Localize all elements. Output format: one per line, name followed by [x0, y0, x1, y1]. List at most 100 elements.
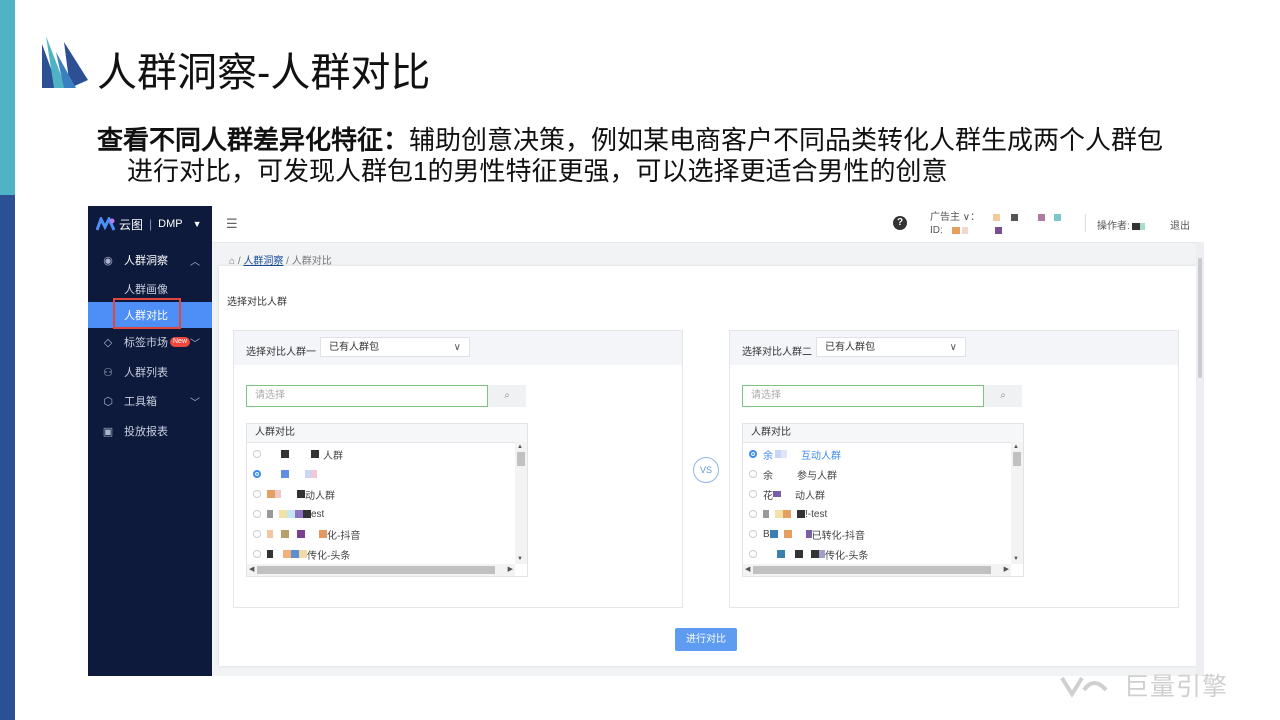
list-item[interactable]: 动人群: [253, 484, 505, 504]
page-scrollbar[interactable]: [1196, 242, 1204, 676]
hscrollbar-thumb[interactable]: [257, 566, 495, 574]
sidebar-header[interactable]: 云图 | DMP ▼: [88, 206, 212, 242]
list-scrollbar[interactable]: ▲ ▼: [515, 442, 527, 564]
compare-group-one: 选择对比人群一 已有人群包 ∨ 请选择 ⌕ 人群对比 人群 动人群 est 化-…: [233, 330, 683, 608]
scroll-down-icon[interactable]: ▼: [517, 556, 523, 562]
footer-brand: 巨量引擎: [1124, 673, 1229, 701]
sidebar-item-report[interactable]: ▣ 投放报表: [88, 417, 212, 445]
sidebar: 云图 | DMP ▼ ◉ 人群洞察 ︿ 人群画像 人群对比 ◇ 标签市场 New…: [88, 206, 212, 676]
vs-badge: VS: [693, 457, 719, 483]
scroll-up-icon[interactable]: ▲: [1013, 444, 1019, 450]
bullet-bold: 查看不同人群差异化特征：: [97, 125, 410, 155]
list-item[interactable]: 化-抖音: [253, 524, 505, 544]
list-item[interactable]: 传化-头条: [253, 544, 505, 564]
people-icon: ⚇: [103, 366, 113, 379]
list-header: 人群对比: [743, 424, 1023, 443]
search-icon[interactable]: ⌕: [488, 385, 526, 407]
group-label: 选择对比人群一: [246, 347, 316, 358]
group-label: 选择对比人群二: [742, 347, 812, 358]
radio-button[interactable]: [253, 550, 261, 558]
advertiser-info[interactable]: 广告主 ∨： ID:: [930, 211, 1062, 237]
chevron-down-icon: ﹀: [190, 338, 200, 350]
radio-button[interactable]: [749, 470, 757, 478]
new-badge: New: [170, 337, 191, 347]
radio-button[interactable]: [253, 510, 261, 518]
bullet-line2: 进行对比，可发现人群包1的男性特征更强，可以选择更适合男性的创意: [127, 156, 948, 186]
list-item[interactable]: 传化-头条: [749, 544, 1001, 564]
radio-button[interactable]: [749, 550, 757, 558]
audience-list: 人群对比 人群 动人群 est 化-抖音 传化-头条 ▲ ▼ ◀ ▶: [246, 423, 528, 577]
app-screenshot: 云图 | DMP ▼ ◉ 人群洞察 ︿ 人群画像 人群对比 ◇ 标签市场 New…: [88, 206, 1204, 676]
brand-separator: |: [149, 217, 153, 231]
scroll-right-icon[interactable]: ▶: [1004, 565, 1009, 573]
chevron-down-icon: ∨: [453, 342, 461, 353]
operator-info: 操作者:: [1097, 217, 1145, 232]
compare-panel: 选择对比人群 选择对比人群一 已有人群包 ∨ 请选择 ⌕ 人群对比 人群 动人群…: [219, 266, 1196, 666]
exit-link[interactable]: 退出: [1170, 217, 1190, 232]
list-hscrollbar[interactable]: ◀ ▶: [743, 564, 1011, 576]
hscrollbar-thumb[interactable]: [753, 566, 991, 574]
scrollbar-thumb[interactable]: [517, 452, 525, 466]
list-header: 人群对比: [247, 424, 527, 443]
scroll-right-icon[interactable]: ▶: [508, 565, 513, 573]
list-item[interactable]: B 已转化-抖音: [749, 524, 1001, 544]
search-input[interactable]: 请选择: [742, 385, 984, 407]
radio-button[interactable]: [253, 490, 261, 498]
brand-name: 云图: [119, 217, 144, 232]
page-scrollbar-thumb[interactable]: [1198, 258, 1202, 378]
panel-title: 选择对比人群: [227, 297, 287, 308]
slide-bullet: 查看不同人群差异化特征：辅助创意决策，例如某电商客户不同品类转化人群生成两个人群…: [97, 125, 1247, 187]
sidebar-group-insight[interactable]: ◉ 人群洞察 ︿: [88, 246, 212, 274]
highlight-box: [113, 298, 181, 329]
list-item[interactable]: 余 参与人群: [749, 464, 1001, 484]
caret-down-icon: ▼: [192, 219, 202, 229]
audience-list: 人群对比 余 互动人群 余 参与人群 花 动人群 !-test B 已转化-抖音…: [742, 423, 1024, 577]
group-header: 选择对比人群一 已有人群包 ∨: [234, 331, 682, 365]
compare-group-two: 选择对比人群二 已有人群包 ∨ 请选择 ⌕ 人群对比 余 互动人群 余 参与人群…: [729, 330, 1179, 608]
group-select[interactable]: 已有人群包 ∨: [816, 337, 966, 357]
search-input[interactable]: 请选择: [246, 385, 488, 407]
brand-logo-icon: [96, 217, 116, 231]
radio-button[interactable]: [749, 530, 757, 538]
radio-button[interactable]: [749, 510, 757, 518]
sidebar-group-label: 人群洞察: [124, 255, 168, 267]
breadcrumb: ⌂ / 人群洞察 / 人群对比: [229, 256, 332, 267]
accent-bar-teal: [0, 0, 15, 195]
scroll-left-icon[interactable]: ◀: [745, 565, 750, 573]
list-item[interactable]: 花 动人群: [749, 484, 1001, 504]
scroll-down-icon[interactable]: ▼: [1013, 556, 1019, 562]
radio-button[interactable]: [253, 530, 261, 538]
sidebar-item-toolbox[interactable]: ⬡ 工具箱 ﹀: [88, 387, 212, 415]
radio-button[interactable]: [253, 450, 261, 458]
scrollbar-thumb[interactable]: [1013, 452, 1021, 466]
sidebar-item-people-list[interactable]: ⚇ 人群列表: [88, 358, 212, 386]
slide-title: 人群洞察-人群对比: [97, 51, 431, 95]
group-select[interactable]: 已有人群包 ∨: [320, 337, 470, 357]
top-bar: ☰ ? 广告主 ∨： ID: 操作者: 退出: [212, 206, 1204, 243]
help-icon[interactable]: ?: [893, 216, 907, 230]
chevron-up-icon: ︿: [190, 256, 200, 268]
list-item[interactable]: !-test: [749, 504, 1001, 524]
scroll-left-icon[interactable]: ◀: [249, 565, 254, 573]
list-scrollbar[interactable]: ▲ ▼: [1011, 442, 1023, 564]
bullet-text: 辅助创意决策，例如某电商客户不同品类转化人群生成两个人群包: [409, 125, 1164, 155]
compare-submit-button[interactable]: 进行对比: [675, 628, 737, 651]
search-icon[interactable]: ⌕: [984, 385, 1022, 407]
list-item[interactable]: est: [253, 504, 505, 524]
chevron-down-icon: ∨: [949, 342, 957, 353]
radio-button-selected[interactable]: [749, 450, 757, 458]
tag-icon: ◇: [103, 336, 113, 349]
list-item[interactable]: [253, 464, 505, 484]
radio-button-selected[interactable]: [253, 470, 261, 478]
sidebar-item-tag-market[interactable]: ◇ 标签市场 New ﹀: [88, 328, 212, 356]
list-item[interactable]: 余 互动人群: [749, 444, 1001, 464]
radio-button[interactable]: [749, 490, 757, 498]
list-hscrollbar[interactable]: ◀ ▶: [247, 564, 515, 576]
scroll-up-icon[interactable]: ▲: [517, 444, 523, 450]
menu-collapse-icon[interactable]: ☰: [226, 216, 238, 232]
list-item[interactable]: 人群: [253, 444, 505, 464]
chart-icon: ▣: [102, 425, 114, 438]
group-header: 选择对比人群二 已有人群包 ∨: [730, 331, 1178, 365]
accent-bar-navy: [0, 195, 15, 720]
toolbox-icon: ⬡: [103, 395, 113, 408]
